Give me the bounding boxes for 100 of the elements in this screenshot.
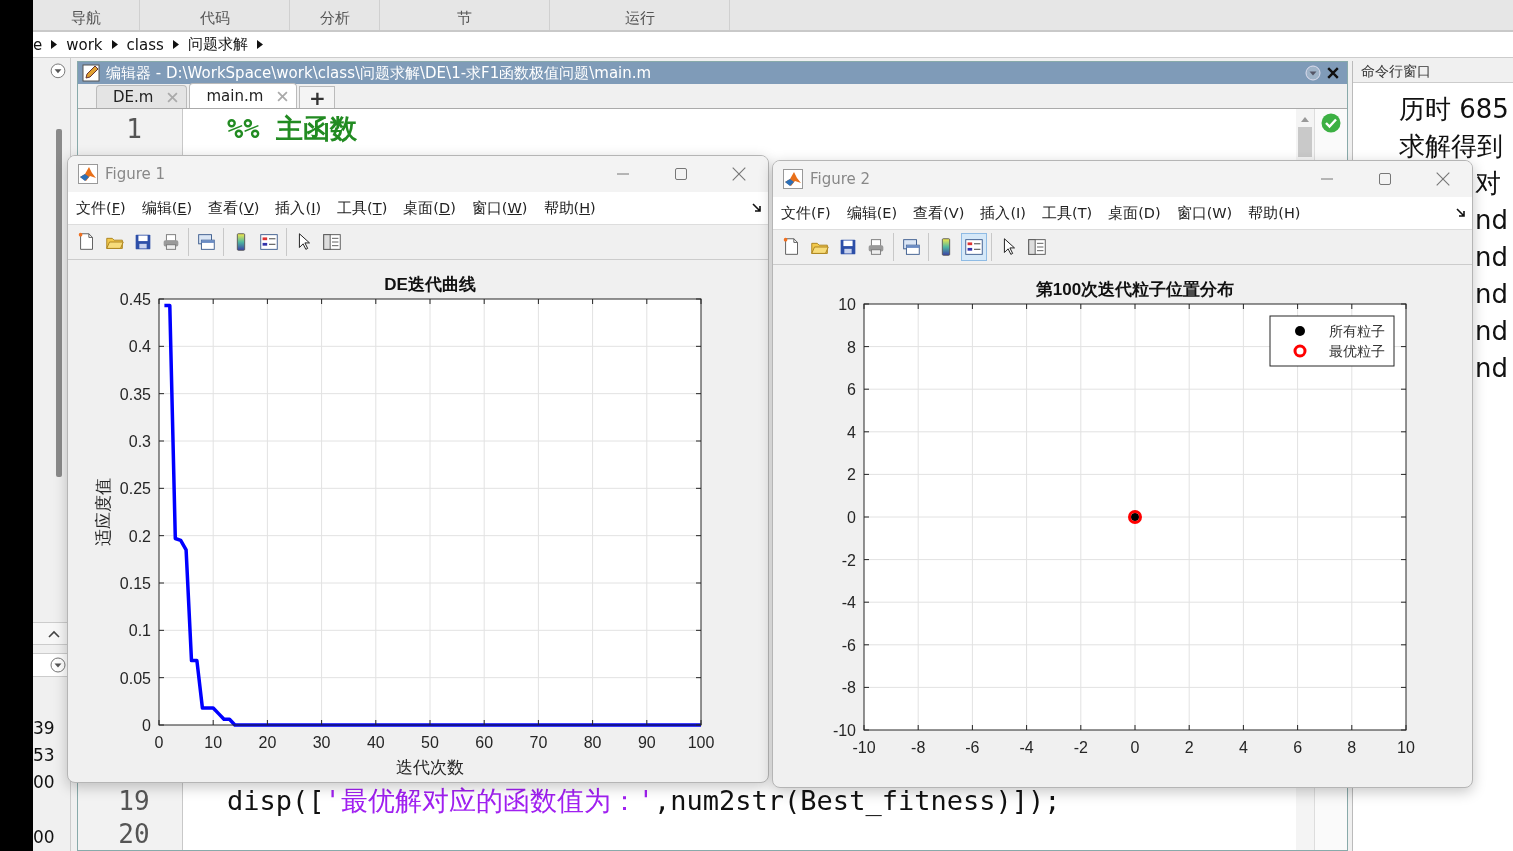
legend-label: 所有粒子 — [1329, 323, 1385, 339]
tick-label: 80 — [583, 734, 602, 751]
check-icon — [1321, 113, 1341, 133]
section-label: 导航 — [71, 9, 101, 28]
tick-label: 90 — [637, 734, 656, 751]
menu-item[interactable]: 工具(T) — [1033, 203, 1101, 223]
window-title: Figure 1 — [105, 165, 166, 183]
code-line: %% 主函数 — [226, 112, 357, 146]
editor-title: 编辑器 - D:\WorkSpace\work\class\问题求解\DE\1-求F1函数极值问题\main.m — [106, 63, 652, 83]
breadcrumb[interactable]: 问题求解 — [187, 35, 248, 54]
menu-item[interactable]: 桌面(D) — [1100, 203, 1169, 223]
menu-item[interactable]: 帮助(H) — [535, 198, 604, 218]
dock-arrow-icon[interactable] — [752, 203, 762, 213]
menu-item[interactable]: 窗口(W) — [1168, 203, 1241, 223]
window-title: Figure 2 — [810, 170, 871, 188]
tick-label: 8 — [1347, 739, 1357, 756]
editor-tab[interactable]: DE.m — [96, 85, 188, 108]
chart-title: 第100次迭代粒子位置分布 — [1035, 280, 1235, 299]
tick-label: -2 — [1073, 739, 1088, 756]
line-number: 1 — [125, 114, 143, 144]
pencil-icon — [82, 64, 100, 82]
breadcrumb[interactable]: e — [33, 35, 43, 54]
chart-title: DE迭代曲线 — [384, 275, 476, 294]
property-panel-icon — [321, 231, 343, 253]
menu-item[interactable]: 文件(F) — [68, 198, 134, 218]
tick-label: 20 — [258, 734, 277, 751]
scrollbar[interactable] — [56, 128, 62, 477]
dropdown-icon[interactable] — [50, 63, 66, 79]
tick-label: -10 — [852, 739, 876, 756]
breadcrumb[interactable]: work — [66, 35, 103, 54]
tick-label: 0 — [154, 734, 164, 751]
caret-icon — [256, 40, 263, 49]
tick-label: 0.1 — [128, 622, 151, 640]
dropdown-icon[interactable] — [50, 657, 66, 674]
chevron-up-icon[interactable] — [48, 629, 60, 638]
menu-item[interactable]: 工具(T) — [329, 198, 396, 218]
menu-item[interactable]: 查看(V) — [905, 203, 973, 223]
tick-label: 40 — [366, 734, 385, 751]
output-text: 对 — [1475, 167, 1501, 200]
output-text: 求解得到 — [1399, 130, 1503, 163]
close-icon[interactable] — [1327, 67, 1339, 79]
tick-label: 100 — [687, 734, 715, 751]
tick-label: 6 — [847, 381, 856, 399]
tick-label: 70 — [529, 734, 548, 751]
tick-label: -4 — [1019, 739, 1034, 756]
output-text: nd — [1475, 278, 1508, 311]
tick-label: -4 — [841, 594, 856, 612]
scroll-up-icon[interactable] — [1300, 115, 1310, 123]
menu-item[interactable]: 插入(I) — [267, 198, 330, 218]
tick-label: 0 — [1130, 739, 1140, 756]
legend-icon — [258, 231, 280, 253]
logo-icon — [783, 169, 803, 189]
tick-label: 2 — [847, 466, 856, 484]
tick-label: 0.35 — [119, 385, 151, 403]
new-tab-button[interactable]: + — [299, 86, 336, 108]
axis-label: 迭代次数 — [396, 758, 464, 777]
code-line: disp(['最优解对应的函数值为：',num2str(Best_fitness)]); — [226, 783, 1061, 818]
output-text: nd — [1475, 204, 1508, 237]
tick-label: 50 — [421, 734, 439, 751]
menu-item[interactable]: 插入(I) — [972, 203, 1034, 223]
menu-item[interactable]: 窗口(W) — [463, 198, 536, 218]
section-label: 运行 — [624, 9, 655, 28]
editor-tab[interactable]: main.m — [189, 83, 298, 108]
tick-label: 0.3 — [128, 433, 151, 450]
menu-item[interactable]: 文件(F) — [773, 203, 839, 223]
tick-label: 4 — [847, 423, 856, 441]
caret-icon — [111, 40, 118, 49]
tick-label: 0.05 — [119, 669, 151, 687]
output-text: nd — [1475, 352, 1508, 385]
tick-label: 10 — [1397, 739, 1415, 756]
legend-button[interactable] — [961, 233, 987, 261]
tick-label: -8 — [911, 739, 926, 756]
menu-item[interactable]: 查看(V) — [200, 198, 268, 218]
value-text: 00 — [33, 771, 56, 794]
section-label: 代码 — [199, 9, 230, 28]
tick-label: 2 — [1184, 739, 1194, 756]
linked-windows-icon — [900, 236, 922, 258]
menu-item[interactable]: 编辑(E) — [838, 203, 906, 223]
tick-label: 10 — [204, 734, 223, 751]
menu-item[interactable]: 帮助(H) — [1240, 203, 1309, 223]
close-icon — [732, 167, 746, 181]
tick-label: 30 — [312, 734, 331, 751]
close-icon — [1436, 172, 1450, 186]
tick-label: 0 — [847, 509, 856, 526]
linked-windows-icon — [195, 231, 217, 253]
breadcrumb[interactable]: class — [126, 35, 164, 54]
scrollbar-thumb[interactable] — [1298, 127, 1312, 157]
value-text: 53 — [33, 744, 56, 767]
menu-item[interactable]: 桌面(D) — [395, 198, 464, 218]
property-panel-icon — [1026, 236, 1048, 258]
line-number: 19 — [117, 785, 151, 816]
maximize-icon — [675, 168, 687, 180]
dock-arrow-icon[interactable] — [1456, 208, 1466, 218]
value-text: 00 — [33, 826, 56, 849]
maximize-icon — [1379, 173, 1391, 185]
tick-label: -8 — [841, 679, 856, 697]
output-text: nd — [1475, 315, 1508, 348]
menu-item[interactable]: 编辑(E) — [133, 198, 201, 218]
panel-title: 命令行窗口 — [1361, 62, 1431, 81]
logo-icon — [78, 164, 98, 184]
